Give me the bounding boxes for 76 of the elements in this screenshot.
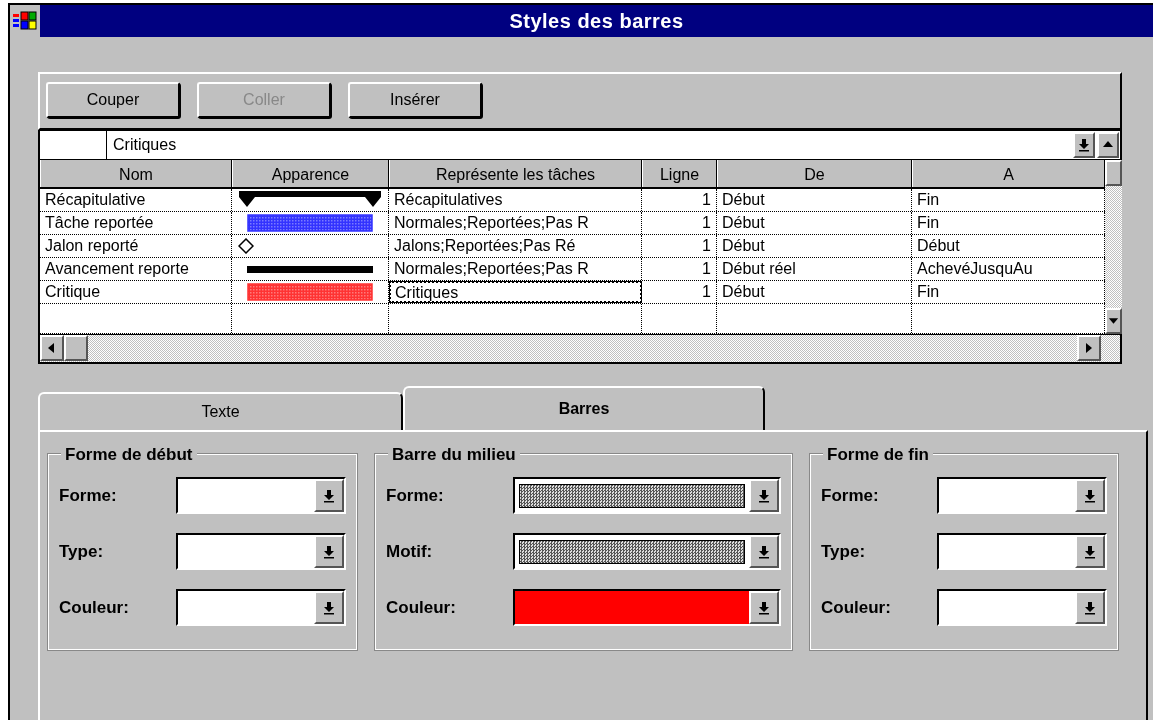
- window-title: Styles des barres: [508, 9, 685, 34]
- dropdown-field[interactable]: [513, 589, 781, 626]
- field-label: Forme:: [386, 484, 444, 507]
- dropdown-arrow-icon: [1084, 544, 1096, 559]
- dropdown-arrow-icon: [1084, 488, 1096, 503]
- scroll-thumb[interactable]: [64, 335, 88, 361]
- dropdown-field[interactable]: [176, 589, 346, 626]
- column-header[interactable]: Ligne: [642, 160, 717, 187]
- scroll-right-button[interactable]: [1077, 335, 1101, 361]
- dropdown-button[interactable]: [1075, 479, 1105, 512]
- dropdown-field[interactable]: [176, 533, 346, 570]
- dropdown-button[interactable]: [1075, 535, 1105, 568]
- field-label: Forme:: [821, 484, 879, 507]
- dropdown-field[interactable]: [937, 477, 1107, 514]
- table-cell: Critique: [40, 281, 232, 303]
- dropdown-arrow-icon: [1084, 600, 1096, 615]
- table-cell: Jalon reporté: [40, 235, 232, 257]
- dropdown-field[interactable]: [176, 477, 346, 514]
- column-header[interactable]: De: [717, 160, 912, 187]
- field-label: Type:: [59, 540, 104, 563]
- dropdown-button[interactable]: [1073, 132, 1095, 158]
- table-cell: Début: [717, 235, 912, 257]
- table-cell: 1: [642, 235, 717, 257]
- table-cell: Début: [717, 189, 912, 211]
- field-label: Couleur:: [821, 596, 891, 619]
- table-cell: 1: [642, 258, 717, 280]
- table-cell: Début: [717, 281, 912, 303]
- table-cell: Avancement reporte: [40, 258, 232, 280]
- table-cell: 1: [642, 281, 717, 303]
- field-label: Motif:: [386, 540, 433, 563]
- toolbar-button[interactable]: Couper: [46, 82, 180, 118]
- scroll-up-button[interactable]: [1097, 132, 1119, 158]
- dropdown-field[interactable]: [513, 477, 781, 514]
- field-label: Type:: [821, 540, 866, 563]
- dropdown-button[interactable]: [314, 479, 344, 512]
- table-cell: Jalons;Reportées;Pas Ré: [389, 235, 642, 257]
- table-cell: Début réel: [717, 258, 912, 280]
- dropdown-field[interactable]: [937, 533, 1107, 570]
- table-cell: Tâche reportée: [40, 212, 232, 234]
- dropdown-arrow-icon: [323, 600, 335, 615]
- dropdown-button[interactable]: [314, 535, 344, 568]
- toolbar-button[interactable]: Insérer: [348, 82, 482, 118]
- table-cell: Normales;Reportées;Pas R: [389, 258, 642, 280]
- table-cell: Récapitulative: [40, 189, 232, 211]
- window-flag-icon: [12, 9, 38, 33]
- dropdown-arrow-icon: [323, 488, 335, 503]
- edit-field[interactable]: Critiques: [107, 131, 1072, 159]
- scroll-down-button[interactable]: [1105, 308, 1122, 334]
- dropdown-button[interactable]: [314, 591, 344, 624]
- dropdown-arrow-icon: [758, 600, 770, 615]
- scroll-thumb[interactable]: [1105, 160, 1122, 186]
- field-label: Couleur:: [386, 596, 456, 619]
- table-cell: Récapitulatives: [389, 189, 642, 211]
- tab[interactable]: Texte: [38, 392, 403, 430]
- dropdown-arrow-icon: [1078, 138, 1090, 152]
- dropdown-button[interactable]: [749, 591, 779, 624]
- dropdown-arrow-icon: [323, 544, 335, 559]
- dropdown-button[interactable]: [749, 479, 779, 512]
- table-cell: Critiques: [389, 281, 642, 303]
- dropdown-button[interactable]: [749, 535, 779, 568]
- dropdown-arrow-icon: [758, 544, 770, 559]
- table-cell: 1: [642, 189, 717, 211]
- field-label: Couleur:: [59, 596, 129, 619]
- table-cell: 1: [642, 212, 717, 234]
- column-header[interactable]: Nom: [40, 160, 232, 187]
- tab[interactable]: Barres: [403, 386, 765, 430]
- column-header[interactable]: Représente les tâches: [389, 160, 642, 187]
- dropdown-field[interactable]: [513, 533, 781, 570]
- table-cell: Début: [717, 212, 912, 234]
- column-header[interactable]: Apparence: [232, 160, 389, 187]
- dropdown-button[interactable]: [1075, 591, 1105, 624]
- dropdown-arrow-icon: [758, 488, 770, 503]
- table-cell: Normales;Reportées;Pas R: [389, 212, 642, 234]
- scroll-left-button[interactable]: [40, 335, 64, 361]
- field-label: Forme:: [59, 484, 117, 507]
- dropdown-field[interactable]: [937, 589, 1107, 626]
